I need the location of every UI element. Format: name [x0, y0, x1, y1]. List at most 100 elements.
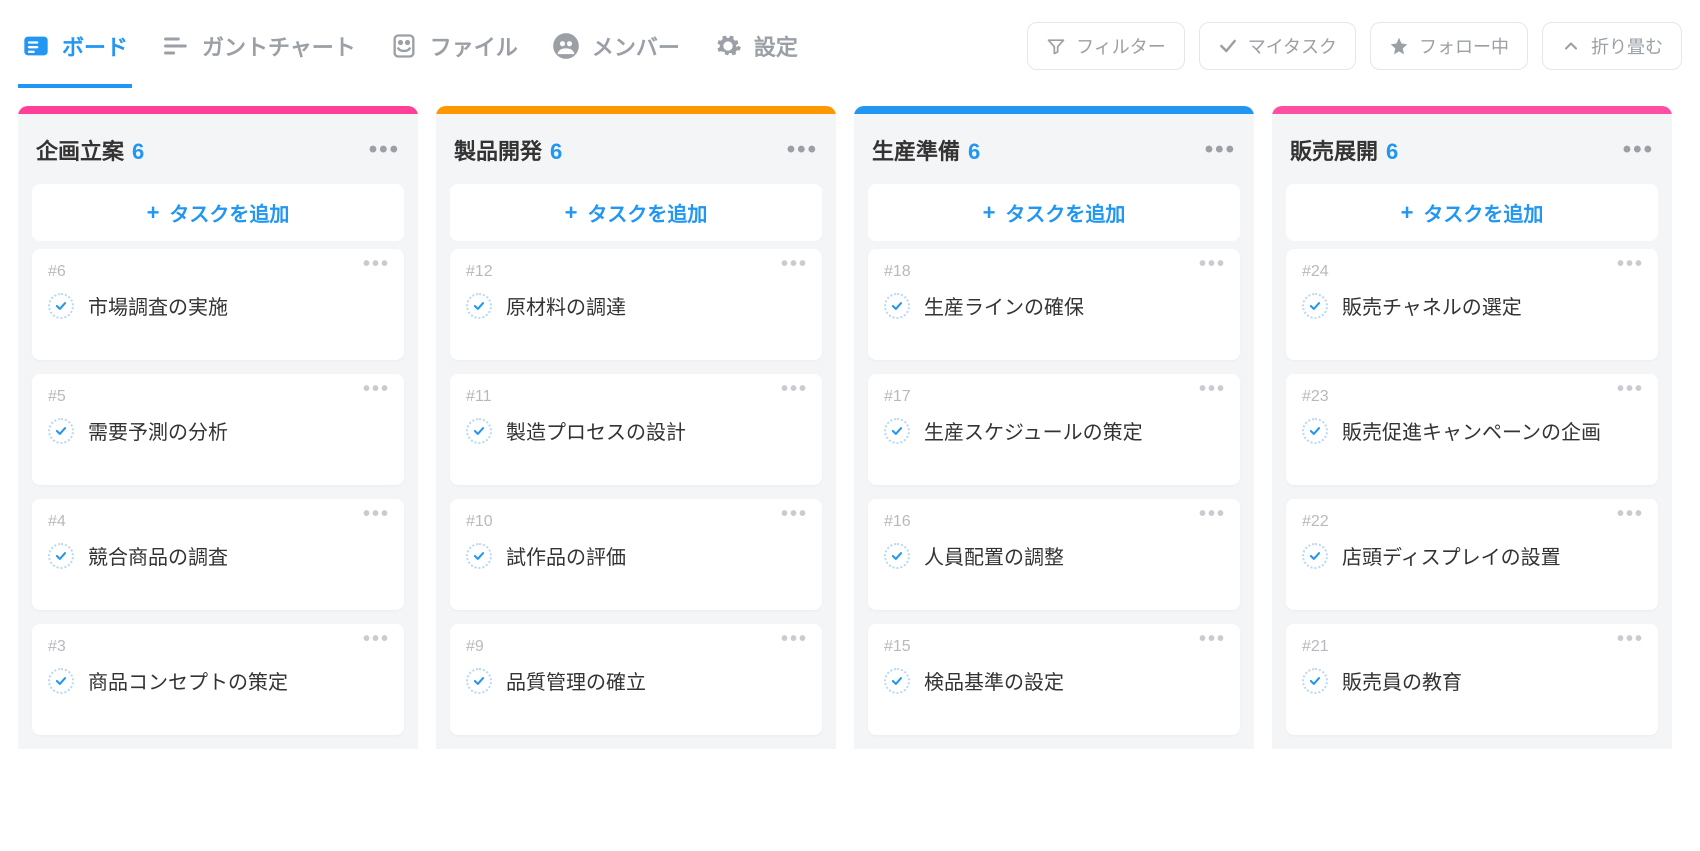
card-menu-icon[interactable]: •••	[363, 509, 390, 519]
action-btn-1[interactable]: マイタスク	[1199, 22, 1356, 70]
add-task-button[interactable]: +タスクを追加	[868, 184, 1240, 241]
complete-toggle[interactable]	[48, 543, 74, 569]
card-title: 製造プロセスの設計	[506, 416, 686, 445]
cards-list: #18•••生産ラインの確保 #17•••生産スケジュールの策定 #16•••人員配…	[854, 249, 1254, 749]
task-card[interactable]: #23•••販売促進キャンペーンの企画	[1286, 374, 1658, 485]
card-title: 店頭ディスプレイの設置	[1342, 541, 1561, 570]
task-card[interactable]: #4•••競合商品の調査	[32, 499, 404, 610]
complete-toggle[interactable]	[48, 293, 74, 319]
card-title: 品質管理の確立	[506, 666, 646, 695]
column-title: 生産準備	[872, 134, 960, 166]
card-title: 試作品の評価	[506, 541, 626, 570]
complete-toggle[interactable]	[466, 418, 492, 444]
card-menu-icon[interactable]: •••	[1199, 384, 1226, 394]
complete-toggle[interactable]	[884, 668, 910, 694]
add-task-button[interactable]: +タスクを追加	[1286, 184, 1658, 241]
complete-toggle[interactable]	[884, 293, 910, 319]
task-card[interactable]: #17•••生産スケジュールの策定	[868, 374, 1240, 485]
nav-tab-label: 設定	[754, 30, 798, 62]
task-card[interactable]: #6•••市場調査の実施	[32, 249, 404, 360]
complete-toggle[interactable]	[1302, 668, 1328, 694]
task-card[interactable]: #9•••品質管理の確立	[450, 624, 822, 735]
nav-tab-2[interactable]: ファイル	[386, 20, 522, 88]
nav-tab-label: ガントチャート	[202, 30, 356, 62]
add-task-button[interactable]: +タスクを追加	[32, 184, 404, 241]
card-menu-icon[interactable]: •••	[1199, 634, 1226, 644]
card-menu-icon[interactable]: •••	[1199, 509, 1226, 519]
card-id: #17	[884, 388, 1224, 406]
complete-toggle[interactable]	[466, 668, 492, 694]
column-menu-icon[interactable]: •••	[1205, 144, 1236, 156]
task-card[interactable]: #5•••需要予測の分析	[32, 374, 404, 485]
card-body: 競合商品の調査	[48, 541, 388, 570]
task-card[interactable]: #22••• 店頭ディスプレイの設置	[1286, 499, 1658, 610]
complete-toggle[interactable]	[1302, 543, 1328, 569]
task-card[interactable]: #21•••販売員の教育	[1286, 624, 1658, 735]
column-count: 6	[1386, 139, 1398, 165]
nav-tabs: ボード ガントチャートファイルメンバー 設定	[18, 20, 802, 88]
task-card[interactable]: #3•••商品コンセプトの策定	[32, 624, 404, 735]
card-menu-icon[interactable]: •••	[1617, 509, 1644, 519]
card-body: 販売促進キャンペーンの企画	[1302, 416, 1642, 445]
nav-tab-0[interactable]: ボード	[18, 20, 132, 88]
column-title-wrap: 生産準備 6	[872, 134, 980, 166]
task-card[interactable]: #24••• 販売チャネルの選定	[1286, 249, 1658, 360]
card-body: 商品コンセプトの策定	[48, 666, 388, 695]
card-title: 市場調査の実施	[88, 291, 228, 320]
card-id: #24	[1302, 263, 1642, 281]
task-card[interactable]: #12•••原材料の調達	[450, 249, 822, 360]
add-task-button[interactable]: +タスクを追加	[450, 184, 822, 241]
file-icon	[390, 32, 418, 60]
card-menu-icon[interactable]: •••	[1199, 259, 1226, 269]
nav-tab-label: ボード	[62, 30, 128, 62]
card-menu-icon[interactable]: •••	[781, 384, 808, 394]
nav-tab-1[interactable]: ガントチャート	[158, 20, 360, 88]
task-card[interactable]: #10•••試作品の評価	[450, 499, 822, 610]
task-card[interactable]: #11•••製造プロセスの設計	[450, 374, 822, 485]
complete-toggle[interactable]	[48, 418, 74, 444]
complete-toggle[interactable]	[884, 418, 910, 444]
card-menu-icon[interactable]: •••	[781, 634, 808, 644]
card-menu-icon[interactable]: •••	[1617, 384, 1644, 394]
card-menu-icon[interactable]: •••	[1617, 634, 1644, 644]
card-id: #22	[1302, 513, 1642, 531]
card-menu-icon[interactable]: •••	[363, 259, 390, 269]
complete-toggle[interactable]	[48, 668, 74, 694]
task-card[interactable]: #16•••人員配置の調整	[868, 499, 1240, 610]
plus-icon: +	[147, 200, 160, 226]
complete-toggle[interactable]	[884, 543, 910, 569]
complete-toggle[interactable]	[1302, 418, 1328, 444]
action-btn-3[interactable]: 折り畳む	[1542, 22, 1682, 70]
card-title: 検品基準の設定	[924, 666, 1064, 695]
star-icon	[1389, 36, 1409, 56]
card-menu-icon[interactable]: •••	[781, 509, 808, 519]
column-menu-icon[interactable]: •••	[369, 144, 400, 156]
card-menu-icon[interactable]: •••	[363, 634, 390, 644]
card-menu-icon[interactable]: •••	[1617, 259, 1644, 269]
task-card[interactable]: #15•••検品基準の設定	[868, 624, 1240, 735]
card-title: 商品コンセプトの策定	[88, 666, 288, 695]
column-0: 企画立案6•••+タスクを追加#6•••市場調査の実施#5•••需要予測の分析#…	[18, 106, 418, 749]
card-title: 競合商品の調査	[88, 541, 228, 570]
action-btn-0[interactable]: フィルター	[1027, 22, 1185, 70]
complete-toggle[interactable]	[466, 543, 492, 569]
column-menu-icon[interactable]: •••	[1623, 144, 1654, 156]
card-menu-icon[interactable]: •••	[363, 384, 390, 394]
nav-tab-4[interactable]: 設定	[710, 20, 802, 88]
nav-tab-3[interactable]: メンバー	[548, 20, 684, 88]
complete-toggle[interactable]	[466, 293, 492, 319]
task-card[interactable]: #18•••生産ラインの確保	[868, 249, 1240, 360]
top-nav: ボード ガントチャートファイルメンバー 設定 フィルターマイタスクフォロー中折り畳む	[0, 0, 1700, 88]
card-menu-icon[interactable]: •••	[781, 259, 808, 269]
column-stripe	[854, 106, 1254, 114]
column-menu-icon[interactable]: •••	[787, 144, 818, 156]
column-count: 6	[968, 139, 980, 165]
plus-icon: +	[565, 200, 578, 226]
settings-icon	[714, 32, 742, 60]
complete-toggle[interactable]	[1302, 293, 1328, 319]
action-btn-2[interactable]: フォロー中	[1370, 22, 1528, 70]
card-title: 販売チャネルの選定	[1342, 291, 1522, 320]
column-title: 企画立案	[36, 134, 124, 166]
plus-icon: +	[983, 200, 996, 226]
card-body: 店頭ディスプレイの設置	[1302, 541, 1642, 570]
